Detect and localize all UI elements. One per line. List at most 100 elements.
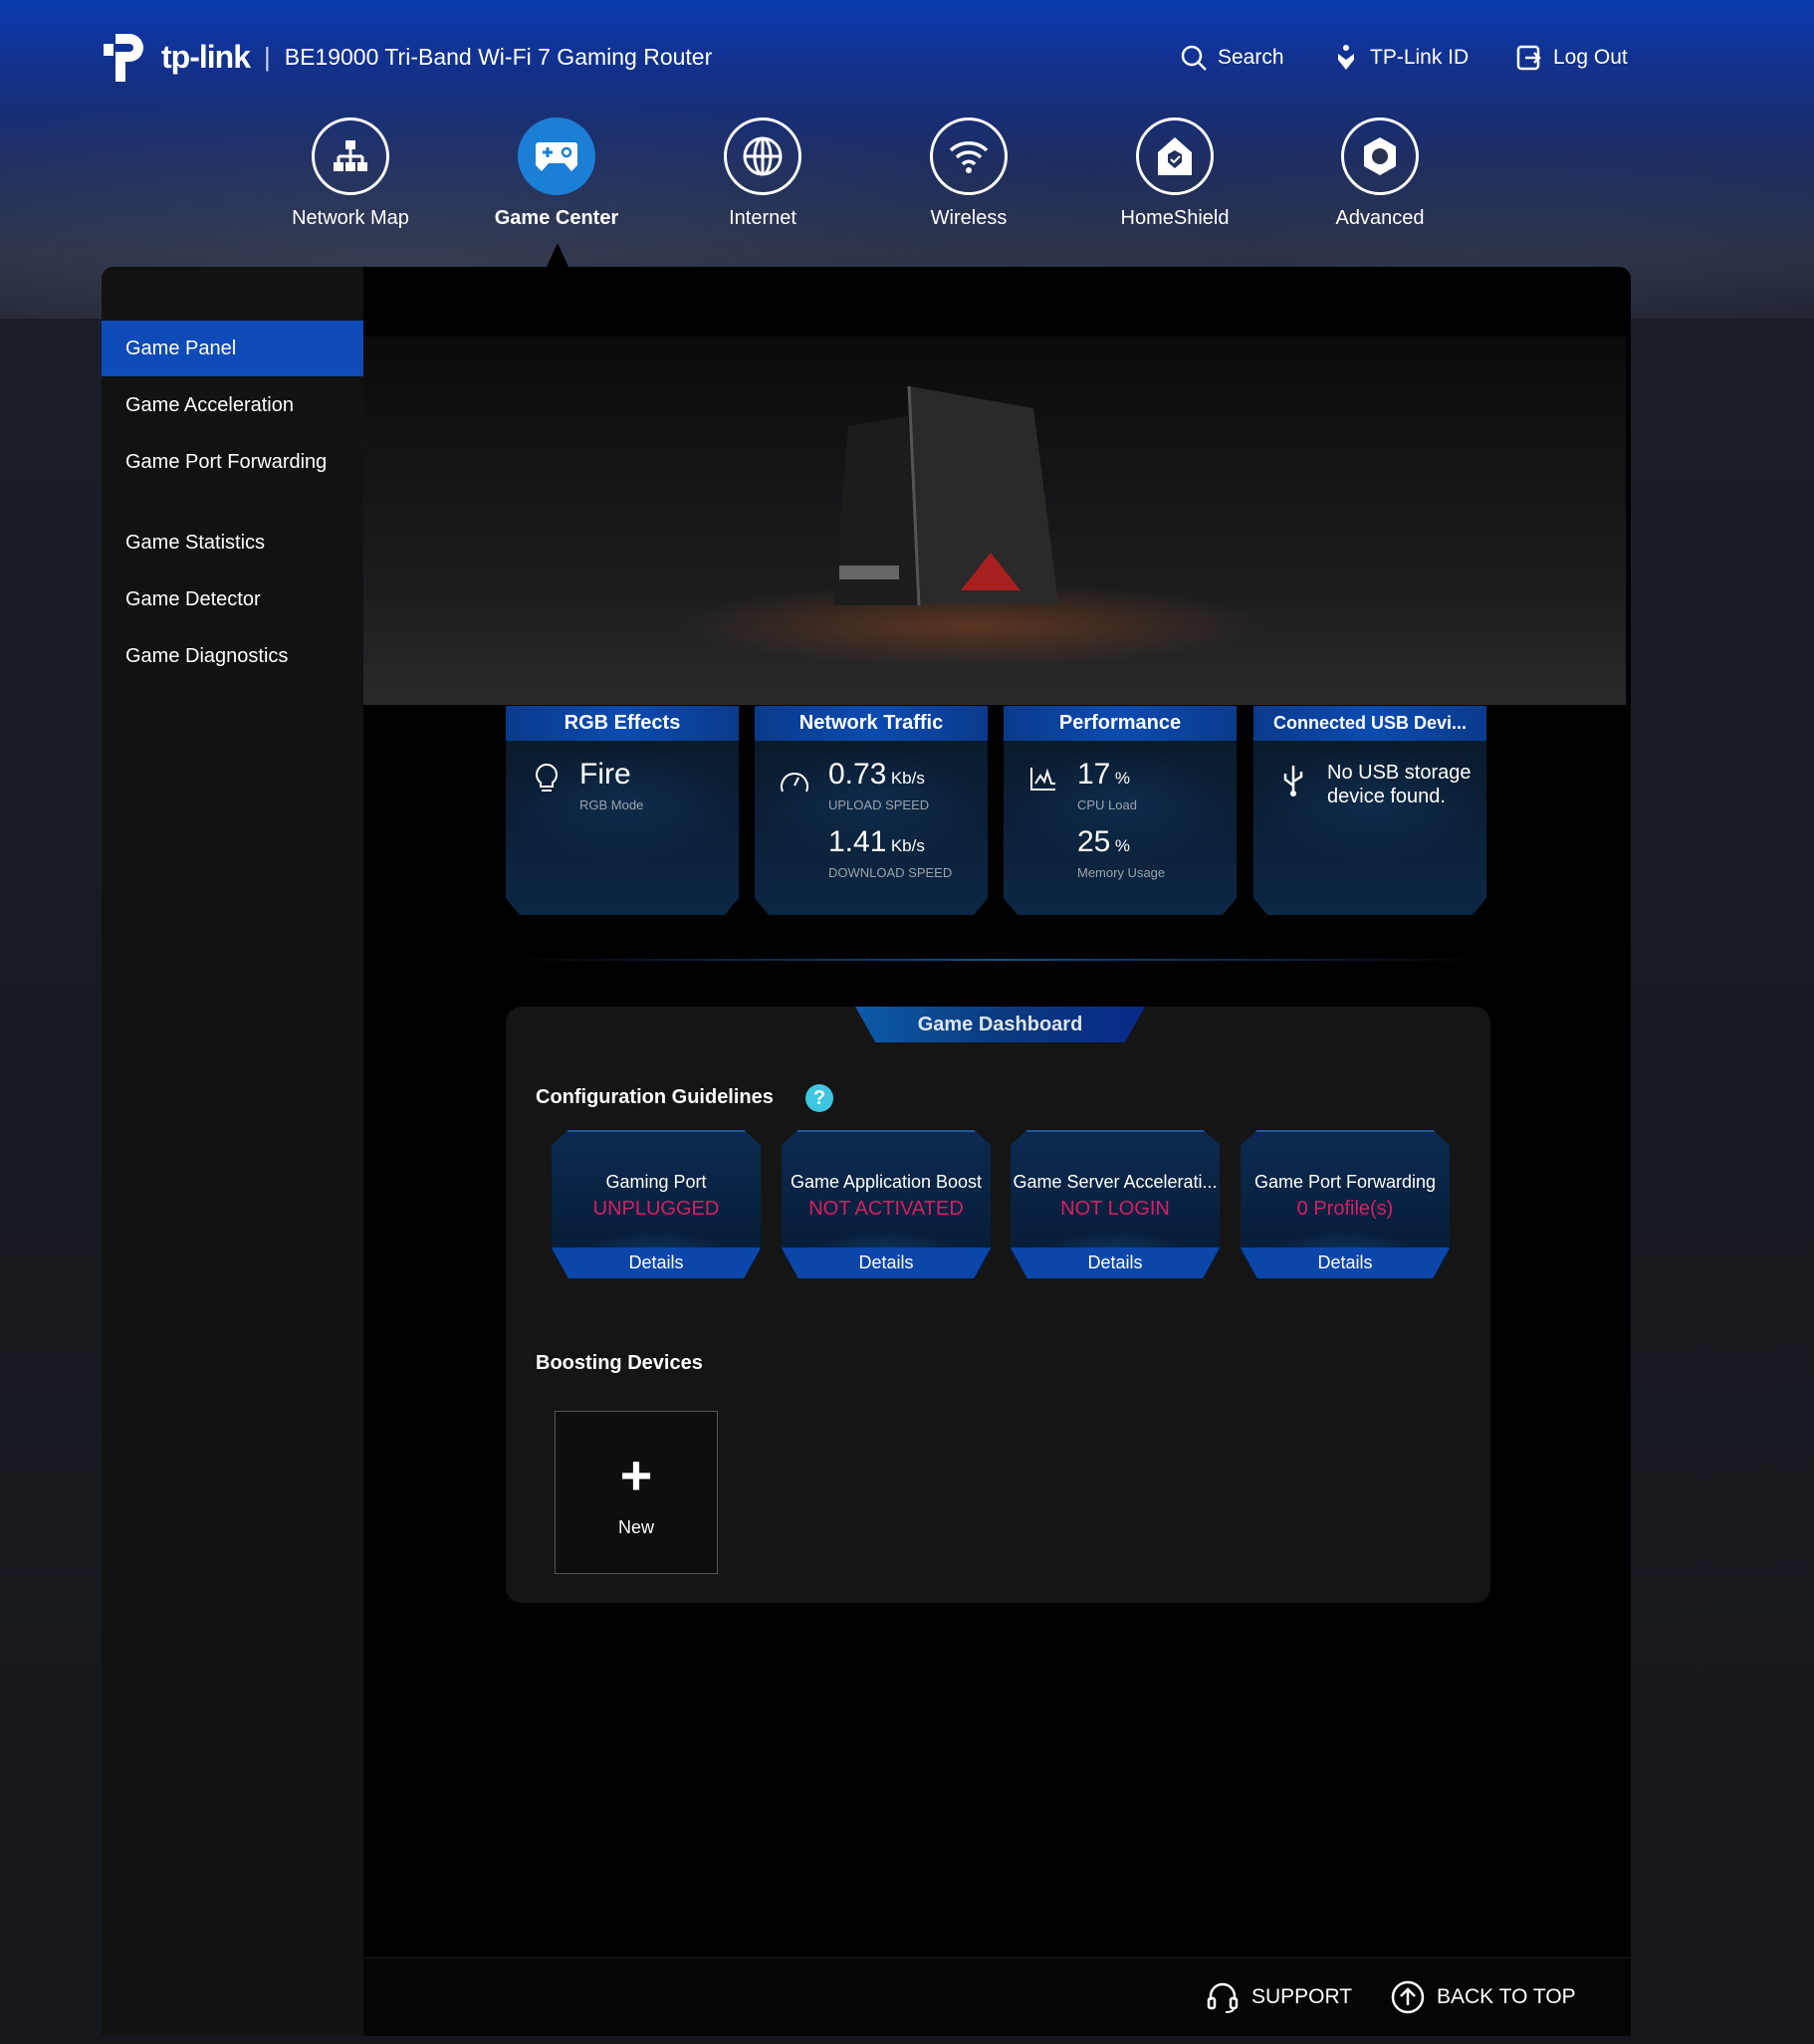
guide-title: Gaming Port	[605, 1172, 707, 1192]
router-illustration	[833, 385, 1058, 606]
nav-label: Network Map	[292, 207, 409, 229]
router-hero-image	[363, 337, 1626, 705]
card-title: RGB Effects	[506, 706, 739, 741]
sidebar-item-game-statistics[interactable]: Game Statistics	[102, 531, 363, 555]
new-label: New	[617, 1517, 654, 1537]
wifi-icon	[949, 141, 989, 173]
search-label: Search	[1218, 46, 1284, 69]
back-to-top-label: BACK TO TOP	[1437, 1985, 1576, 2008]
content-panel: Game Panel Game Acceleration Game Port F…	[102, 267, 1631, 2036]
footer: SUPPORT BACK TO TOP	[363, 1957, 1631, 2036]
lightbulb-icon	[536, 763, 558, 792]
router-title: BE19000 Tri-Band Wi-Fi 7 Gaming Router	[284, 43, 713, 70]
support-label: SUPPORT	[1251, 1985, 1353, 2008]
guide-status: NOT ACTIVATED	[808, 1198, 964, 1220]
cpu-unit: %	[1114, 769, 1130, 788]
back-to-top-link[interactable]: BACK TO TOP	[1391, 1980, 1576, 2014]
guide-card-game-port-forwarding: Game Port Forwarding 0 Profile(s) Detail…	[1241, 1130, 1450, 1278]
sidebar: Game Panel Game Acceleration Game Port F…	[102, 267, 363, 2036]
details-button[interactable]: Details	[552, 1248, 761, 1278]
support-link[interactable]: SUPPORT	[1206, 1980, 1352, 2014]
logout-label: Log Out	[1553, 46, 1628, 69]
details-button[interactable]: Details	[1011, 1248, 1220, 1278]
guide-card-gaming-port: Gaming Port UNPLUGGED Details	[552, 1130, 761, 1278]
performance-card: Performance 17 % CPU Load 25 % Memory Us…	[1004, 706, 1237, 915]
upload-caption: UPLOAD SPEED	[828, 797, 930, 812]
tplink-id-icon	[1338, 45, 1354, 70]
active-nav-pointer	[547, 243, 568, 267]
guide-card-game-application-boost: Game Application Boost NOT ACTIVATED Det…	[782, 1130, 991, 1278]
tplink-logo-icon	[104, 34, 143, 82]
arrow-up-circle-icon	[1391, 1980, 1425, 2014]
network-map-icon	[334, 140, 367, 171]
tplink-id-label: TP-Link ID	[1370, 46, 1470, 69]
network-traffic-card: Network Traffic 0.73 Kb/s UPLOAD SPEED 1…	[755, 706, 988, 915]
upload-speed-value: 0.73	[828, 758, 887, 791]
details-button[interactable]: Details	[1241, 1248, 1450, 1278]
upload-unit: Kb/s	[890, 769, 925, 788]
help-icon[interactable]: ?	[805, 1084, 833, 1112]
usb-devices-card: Connected USB Devi... No USB storage dev…	[1253, 706, 1486, 915]
speedometer-icon	[781, 773, 808, 793]
nav-advanced[interactable]: Advanced	[1295, 117, 1465, 230]
download-unit: Kb/s	[890, 836, 925, 855]
sidebar-item-game-diagnostics[interactable]: Game Diagnostics	[102, 644, 363, 668]
chart-line-icon	[1030, 768, 1055, 791]
nav-label: Wireless	[930, 207, 1008, 229]
cpu-load-value: 17	[1077, 758, 1111, 791]
logout-link[interactable]: Log Out	[1515, 44, 1628, 72]
tplink-id-link[interactable]: TP-Link ID	[1332, 44, 1469, 72]
card-title: Network Traffic	[755, 706, 988, 741]
cpu-caption: CPU Load	[1077, 797, 1137, 812]
search-icon	[1181, 45, 1207, 71]
guide-status: UNPLUGGED	[592, 1198, 720, 1220]
details-button[interactable]: Details	[782, 1248, 991, 1278]
add-new-device-button[interactable]: + New	[555, 1411, 718, 1574]
nav-homeshield[interactable]: HomeShield	[1090, 117, 1259, 230]
download-caption: DOWNLOAD SPEED	[828, 865, 953, 880]
nav-internet[interactable]: Internet	[678, 117, 847, 230]
usb-icon	[1283, 766, 1303, 796]
gear-icon	[1364, 137, 1396, 175]
search-link[interactable]: Search	[1180, 44, 1284, 72]
memory-unit: %	[1114, 836, 1130, 855]
sidebar-item-game-panel[interactable]: Game Panel	[102, 321, 363, 376]
rgb-mode-caption: RGB Mode	[579, 797, 644, 812]
guide-title: Game Application Boost	[790, 1172, 983, 1192]
sidebar-item-game-detector[interactable]: Game Detector	[102, 587, 363, 611]
plus-icon: +	[619, 1444, 653, 1506]
nav-label: HomeShield	[1120, 207, 1230, 229]
usb-message: No USB storage device found.	[1327, 762, 1472, 807]
nav-label: Internet	[729, 207, 796, 229]
globe-icon	[743, 136, 783, 176]
memory-caption: Memory Usage	[1077, 865, 1166, 880]
nav-label: Game Center	[494, 207, 619, 229]
game-dashboard: Game Dashboard Configuration Guidelines …	[506, 1007, 1490, 1603]
configuration-guidelines-title: Configuration Guidelines	[536, 1086, 774, 1108]
headset-icon	[1207, 1982, 1239, 2013]
dashboard-tab: Game Dashboard	[855, 1007, 1145, 1042]
sidebar-item-game-acceleration[interactable]: Game Acceleration	[102, 393, 363, 417]
sidebar-item-game-port-forwarding[interactable]: Game Port Forwarding	[102, 450, 331, 474]
nav-wireless[interactable]: Wireless	[884, 117, 1053, 230]
section-divider	[506, 959, 1490, 961]
nav-network-map[interactable]: Network Map	[266, 117, 435, 230]
card-title: Connected USB Devi...	[1253, 706, 1486, 741]
guide-title: Game Server Accelerati...	[1013, 1172, 1218, 1192]
guide-title: Game Port Forwarding	[1253, 1172, 1437, 1192]
download-speed-value: 1.41	[828, 825, 887, 858]
guide-card-game-server-acceleration: Game Server Accelerati... NOT LOGIN Deta…	[1011, 1130, 1220, 1278]
card-title: Performance	[1004, 706, 1237, 741]
rgb-effects-card[interactable]: RGB Effects Fire RGB Mode	[506, 706, 739, 915]
rgb-mode-value: Fire	[579, 758, 631, 791]
divider: |	[263, 41, 271, 72]
memory-usage-value: 25	[1077, 825, 1111, 858]
nav-label: Advanced	[1335, 207, 1425, 229]
nav-game-center[interactable]: Game Center	[472, 117, 641, 230]
gamepad-icon	[536, 142, 577, 171]
guide-status: 0 Profile(s)	[1296, 1198, 1394, 1220]
brand-name: tp-link	[161, 38, 251, 75]
logout-icon	[1516, 45, 1541, 71]
homeshield-icon	[1158, 137, 1192, 175]
guide-status: NOT LOGIN	[1060, 1198, 1170, 1220]
